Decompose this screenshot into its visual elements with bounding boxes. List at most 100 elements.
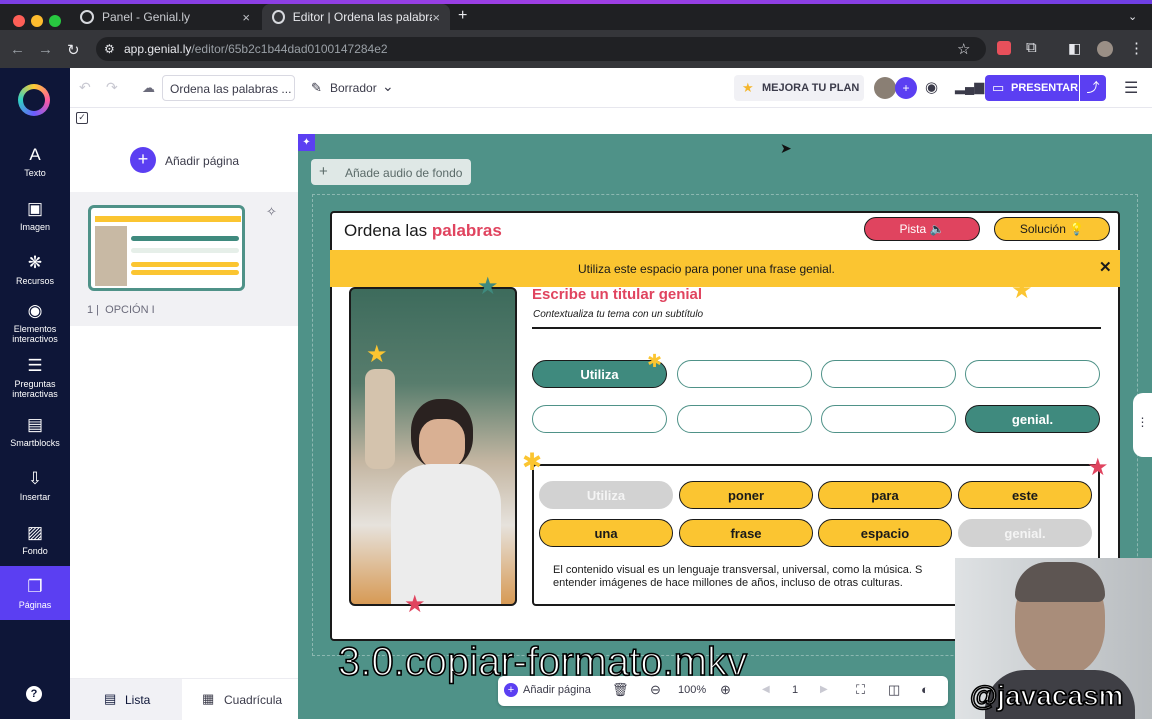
sidebar-item-imagen[interactable]: ▣ Imagen bbox=[0, 200, 70, 233]
pin-icon[interactable]: ✦ bbox=[298, 134, 315, 151]
word-chip[interactable]: genial. bbox=[958, 519, 1092, 547]
subtitle[interactable]: Contextualiza tu tema con un subtítulo bbox=[533, 309, 703, 320]
answer-slot[interactable] bbox=[821, 405, 956, 433]
chevron-down-icon[interactable]: ⌄ bbox=[382, 78, 394, 95]
page-label[interactable]: 1 | OPCIÓN I bbox=[87, 304, 155, 316]
answer-slot[interactable] bbox=[677, 405, 812, 433]
project-title-input[interactable]: Ordena las palabras ... bbox=[162, 75, 295, 101]
word-chip[interactable]: frase bbox=[679, 519, 813, 547]
grid-view-tab[interactable]: ▦ Cuadrícula bbox=[182, 679, 298, 720]
headline[interactable]: Escribe un titular genial bbox=[532, 286, 702, 303]
zoom-level[interactable]: 100% bbox=[678, 684, 706, 696]
undo-icon[interactable]: ↶ bbox=[79, 79, 91, 96]
help-icon[interactable]: ? bbox=[26, 686, 42, 702]
answer-slot[interactable]: genial. bbox=[965, 405, 1100, 433]
add-collaborator-icon[interactable]: + bbox=[895, 77, 917, 99]
plus-icon: + bbox=[130, 147, 156, 173]
sidebar-item-smartblocks[interactable]: ▤ Smartblocks bbox=[0, 416, 70, 449]
new-tab-button[interactable]: + bbox=[458, 7, 467, 25]
browser-menu-icon[interactable]: ⋮ bbox=[1129, 39, 1144, 57]
upgrade-plan-button[interactable]: ★ MEJORA TU PLAN bbox=[734, 75, 864, 101]
present-button[interactable]: ▭ PRESENTAR bbox=[985, 75, 1079, 101]
minimize-window-dot[interactable] bbox=[31, 15, 43, 27]
plus-icon: + bbox=[319, 163, 328, 180]
interactive-elements-icon: ◉ bbox=[27, 301, 43, 320]
list-view-label: Lista bbox=[125, 693, 151, 707]
browser-tab-bar: Panel - Genial.ly × Editor | Ordena las … bbox=[0, 4, 1152, 30]
add-page-button[interactable]: + Añadir página bbox=[130, 147, 250, 173]
add-page-label[interactable]: Añadir página bbox=[523, 684, 591, 696]
word-chip[interactable]: Utiliza bbox=[539, 481, 673, 509]
word-chip[interactable]: una bbox=[539, 519, 673, 547]
word-chip[interactable]: este bbox=[958, 481, 1092, 509]
upgrade-label: MEJORA TU PLAN bbox=[762, 82, 860, 94]
body-text-line[interactable]: entender imágenes de hace millones de añ… bbox=[553, 577, 903, 589]
pages-icon: ❐ bbox=[27, 577, 43, 596]
answer-slot[interactable] bbox=[532, 405, 667, 433]
back-arrow-icon[interactable]: ← bbox=[10, 41, 25, 58]
word-chip[interactable]: para bbox=[818, 481, 952, 509]
banner-text: Utiliza este espacio para poner una fras… bbox=[578, 262, 835, 276]
answer-slot[interactable] bbox=[821, 360, 956, 388]
add-background-audio-button[interactable]: + Añade audio de fondo bbox=[311, 159, 471, 185]
profile-avatar[interactable] bbox=[1097, 41, 1113, 57]
analytics-icon[interactable]: ▂▄▆ bbox=[955, 79, 984, 95]
extensions-icon[interactable]: ⧉ bbox=[1026, 39, 1037, 56]
tab-editor[interactable]: Editor | Ordena las palabras e × bbox=[262, 4, 450, 30]
preview-eye-icon[interactable]: ◉ bbox=[925, 78, 938, 96]
split-view-icon[interactable]: ◫ bbox=[888, 682, 900, 698]
author-handle: @javacasm bbox=[969, 679, 1124, 712]
plus-icon[interactable]: + bbox=[504, 683, 518, 697]
sidebar-item-paginas[interactable]: ❐ Páginas bbox=[0, 566, 70, 620]
star-decoration-icon: ✱ bbox=[647, 351, 663, 371]
draft-status-label[interactable]: Borrador bbox=[330, 81, 377, 95]
fit-screen-icon[interactable]: ⛶ bbox=[856, 682, 865, 698]
tab-search-chevron-icon[interactable]: ⌄ bbox=[1128, 10, 1137, 23]
sidebar-item-texto[interactable]: A Texto bbox=[0, 146, 70, 179]
star-decoration-icon: ★ bbox=[1011, 277, 1033, 304]
bookmark-star-icon[interactable]: ☆ bbox=[957, 40, 970, 58]
collaborator-avatar[interactable] bbox=[874, 77, 896, 99]
current-page-number[interactable]: 1 bbox=[792, 684, 798, 696]
hint-button[interactable]: Pista 🔈 bbox=[864, 217, 980, 241]
magic-wand-icon[interactable]: ✧ bbox=[266, 204, 277, 220]
word-chip[interactable]: espacio bbox=[818, 519, 952, 547]
word-chip[interactable]: poner bbox=[679, 481, 813, 509]
pencil-icon: ✎ bbox=[311, 80, 322, 95]
site-settings-icon[interactable]: ⚙ bbox=[104, 42, 115, 56]
forward-arrow-icon[interactable]: → bbox=[38, 41, 53, 58]
close-window-dot[interactable] bbox=[13, 15, 25, 27]
answer-slot[interactable] bbox=[677, 360, 812, 388]
list-view-tab[interactable]: ▤ Lista bbox=[70, 679, 182, 720]
sidebar-item-elementos-interactivos[interactable]: ◉ Elementos interactivos bbox=[0, 301, 70, 345]
maximize-window-dot[interactable] bbox=[49, 15, 61, 27]
add-audio-label: Añade audio de fondo bbox=[345, 166, 463, 180]
reload-icon[interactable]: ↻ bbox=[67, 41, 80, 59]
sidebar-item-recursos[interactable]: ❋ Recursos bbox=[0, 254, 70, 287]
sidebar-item-preguntas-interactivas[interactable]: ☰ Preguntas interactivas bbox=[0, 357, 70, 400]
solution-button[interactable]: Solución 💡 bbox=[994, 217, 1110, 241]
layers-icon[interactable]: ◐ bbox=[921, 682, 929, 697]
tab-panel[interactable]: Panel - Genial.ly × bbox=[70, 4, 260, 30]
tab-close-icon[interactable]: × bbox=[242, 10, 250, 25]
checklist-icon[interactable]: ✓ bbox=[76, 112, 88, 124]
answer-slot[interactable] bbox=[965, 360, 1100, 388]
close-icon[interactable]: ✕ bbox=[1099, 258, 1112, 276]
next-page-icon[interactable]: ▶ bbox=[820, 684, 828, 695]
background-icon: ▨ bbox=[26, 523, 44, 542]
sidebar-item-fondo[interactable]: ▨ Fondo bbox=[0, 523, 70, 557]
page-thumbnail[interactable] bbox=[88, 205, 245, 291]
sidebar-item-insertar[interactable]: ⇩ Insertar bbox=[0, 470, 70, 503]
student-photo[interactable] bbox=[349, 287, 517, 606]
share-icon[interactable]: ⤴ bbox=[1080, 75, 1106, 101]
redo-icon[interactable]: ↷ bbox=[106, 79, 118, 96]
genially-logo-icon[interactable] bbox=[18, 84, 50, 116]
slide-title[interactable]: Ordena las palabras bbox=[344, 221, 502, 241]
side-panel-icon[interactable]: ◧ bbox=[1068, 40, 1081, 57]
tab-close-icon[interactable]: × bbox=[432, 10, 440, 25]
pocket-icon[interactable] bbox=[997, 41, 1011, 55]
previous-page-icon[interactable]: ◀ bbox=[762, 684, 770, 695]
body-text-line[interactable]: El contenido visual es un lenguaje trans… bbox=[553, 564, 922, 576]
hamburger-menu-icon[interactable]: ☰ bbox=[1124, 78, 1138, 98]
right-panel-handle[interactable]: ⋮ bbox=[1133, 393, 1152, 457]
